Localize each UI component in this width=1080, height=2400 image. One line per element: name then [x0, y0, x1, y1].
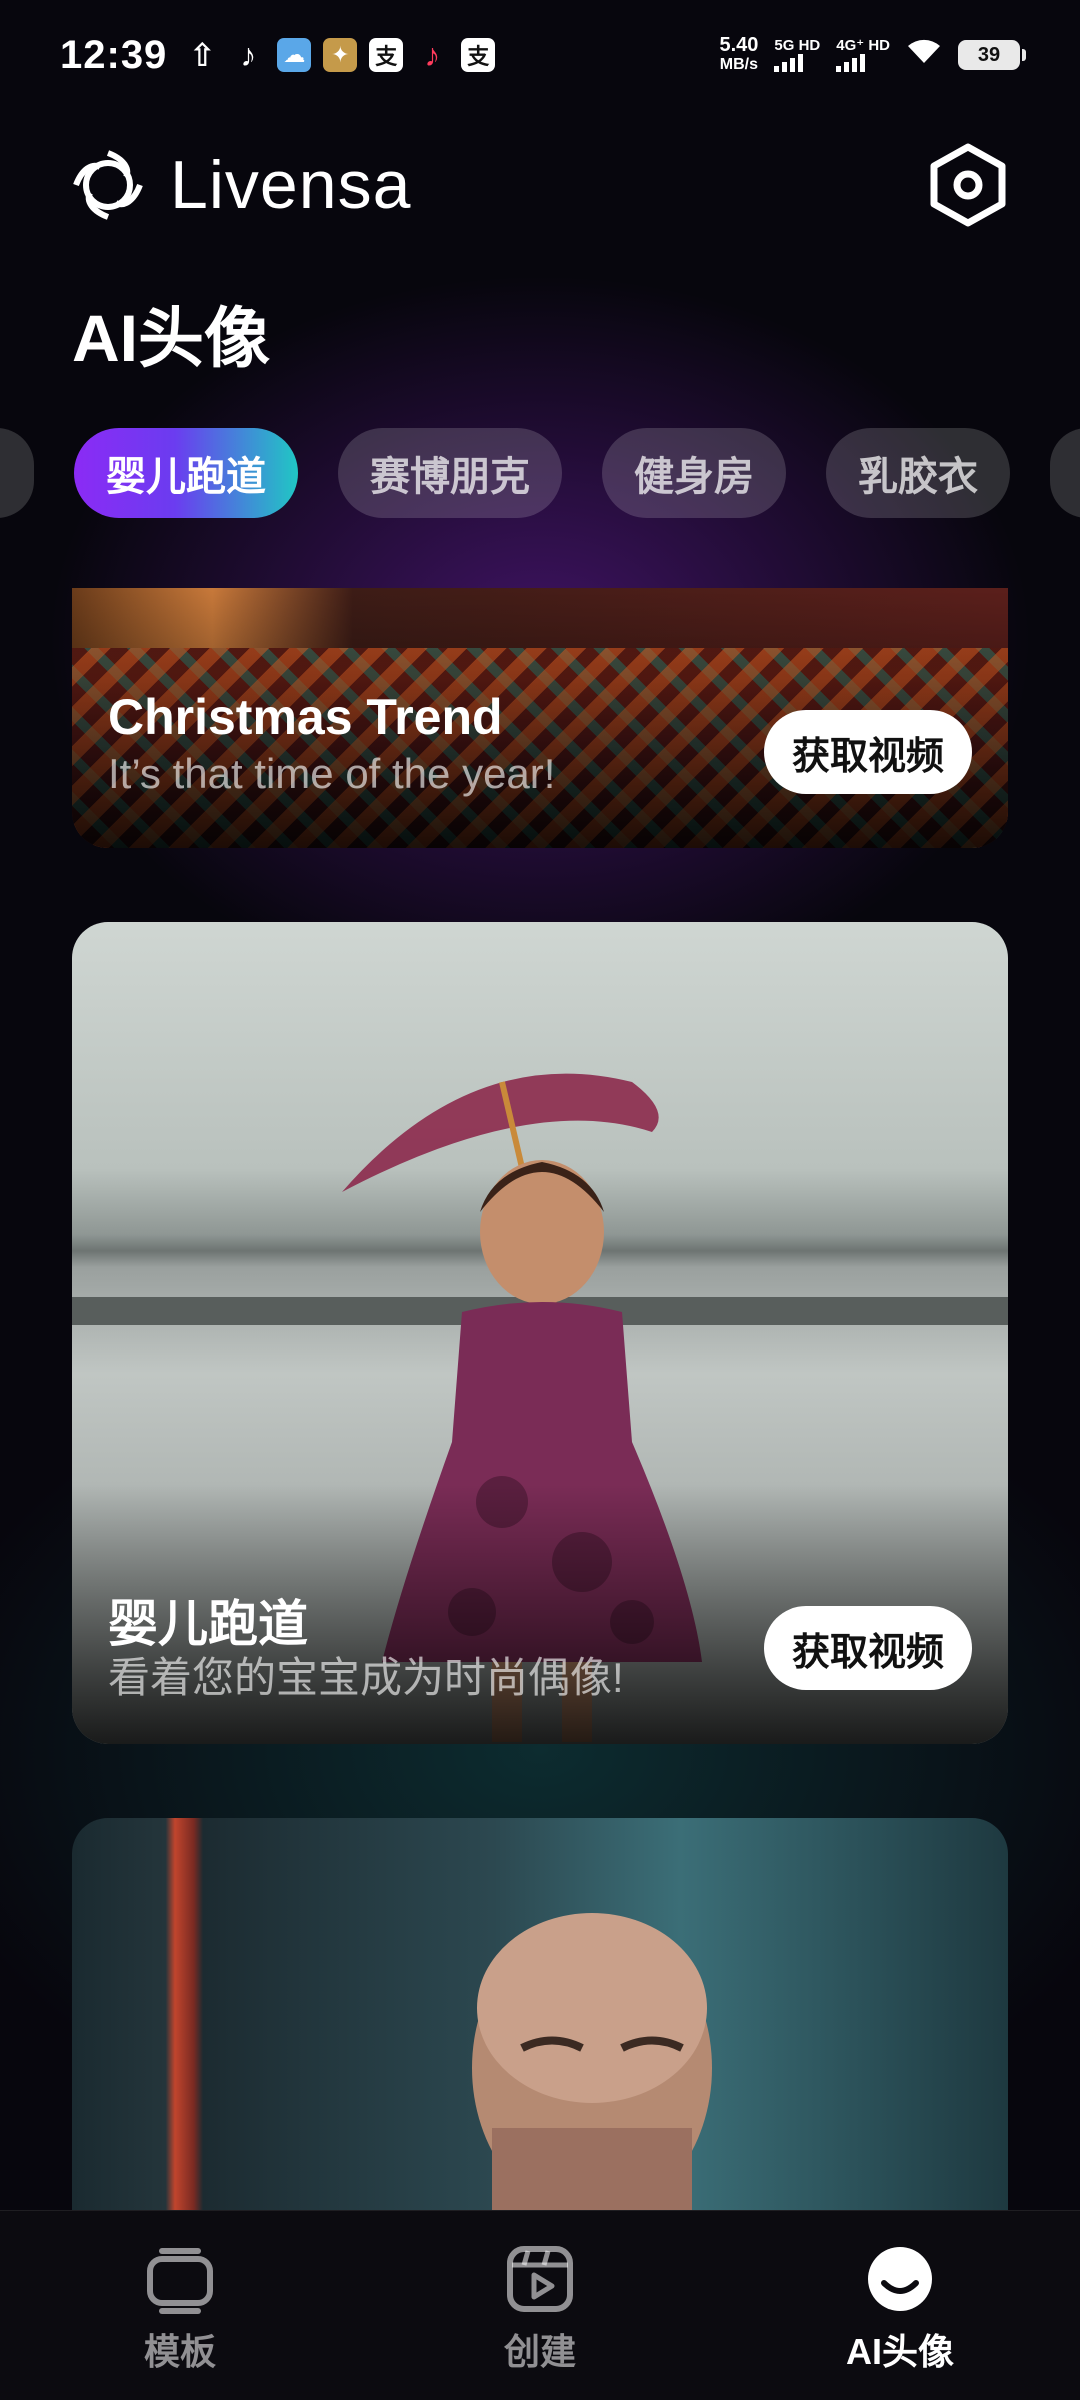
category-chips: 婴儿跑道 赛博朋克 健身房 乳胶衣	[0, 428, 1080, 520]
category-chip-cyberpunk[interactable]: 赛博朋克	[338, 428, 562, 518]
signal-bars-icon	[774, 54, 820, 72]
settings-button[interactable]	[926, 143, 1010, 227]
net-speed: 5.40 MB/s	[719, 35, 758, 75]
get-video-button[interactable]: 获取视频	[763, 1606, 972, 1690]
sim1-label: 5G HD	[774, 37, 821, 54]
category-chip-partial[interactable]	[0, 428, 34, 518]
status-time: 12:39	[60, 32, 168, 77]
card-title: Christmas Trend	[108, 689, 503, 745]
category-chip-latex[interactable]: 乳胶衣	[826, 428, 1010, 518]
alipay-icon: 支	[461, 38, 496, 72]
tiktok-lite-icon: ♪	[424, 36, 441, 73]
ai-avatar-icon	[868, 2247, 932, 2311]
nav-create[interactable]: 创建	[420, 2243, 660, 2375]
nav-label: AI头像	[845, 2331, 954, 2372]
alipay-icon: 支	[369, 38, 404, 72]
nav-ai-avatar[interactable]: AI头像	[780, 2243, 1020, 2375]
net-speed-unit: MB/s	[719, 56, 759, 73]
get-video-button[interactable]: 获取视频	[763, 710, 972, 794]
sim2-signal: 4G⁺ HD	[836, 38, 890, 72]
template-card-cyberpunk[interactable]	[72, 1818, 1008, 2218]
nav-label: 创建	[503, 2331, 576, 2372]
nav-label: 模板	[143, 2331, 216, 2372]
notification-icons: ⇧ ♪ ☁ ✦ 支 ♪ 支	[185, 36, 496, 73]
nav-templates[interactable]: 模板	[60, 2243, 300, 2375]
template-card-baby-runway[interactable]: 婴儿跑道 看着您的宝宝成为时尚偶像! 获取视频	[72, 922, 1008, 1744]
battery-icon: 39	[958, 40, 1026, 70]
photo-app-icon: ✦	[323, 38, 358, 72]
category-chip-partial[interactable]	[1050, 428, 1080, 518]
status-bar: 12:39 ⇧ ♪ ☁ ✦ 支 ♪ 支 5.40 MB/s 5G HD 4G⁺ …	[0, 0, 1080, 110]
category-chip-gym[interactable]: 健身房	[602, 428, 786, 518]
category-chip-baby-runway[interactable]: 婴儿跑道	[74, 428, 298, 518]
sim2-label: 4G⁺ HD	[836, 37, 890, 54]
man-portrait-illustration	[472, 1913, 712, 2218]
card-subtitle: It’s that time of the year!	[108, 750, 556, 797]
tiktok-icon: ♪	[240, 36, 257, 73]
status-right: 5.40 MB/s 5G HD 4G⁺ HD 39	[719, 35, 1026, 75]
template-card-christmas[interactable]: Christmas Trend It’s that time of the ye…	[72, 588, 1008, 848]
net-speed-value: 5.40	[719, 34, 759, 56]
cloud-app-icon: ☁	[277, 38, 312, 72]
templates-icon	[147, 2248, 213, 2314]
signal-bars-icon	[836, 54, 890, 72]
upload-icon: ⇧	[188, 37, 216, 73]
sim1-signal: 5G HD	[774, 38, 820, 72]
card-subtitle: 看着您的宝宝成为时尚偶像!	[108, 1654, 624, 1701]
page-title: AI头像	[72, 301, 270, 375]
wifi-icon	[906, 37, 942, 73]
livensa-logo-icon	[73, 150, 143, 220]
brand: Livensa	[70, 146, 411, 224]
chip-row: 婴儿跑道 赛博朋克 健身房 乳胶衣	[0, 428, 1080, 518]
status-left: 12:39 ⇧ ♪ ☁ ✦ 支 ♪ 支	[60, 32, 496, 78]
brand-name: Livensa	[170, 147, 412, 223]
bottom-nav: 模板 创建 AI头像	[0, 2210, 1080, 2400]
settings-hexagon-icon	[930, 143, 1006, 227]
battery-level: 39	[977, 43, 1001, 66]
create-video-icon	[507, 2246, 573, 2312]
app-header: Livensa	[70, 135, 1010, 235]
